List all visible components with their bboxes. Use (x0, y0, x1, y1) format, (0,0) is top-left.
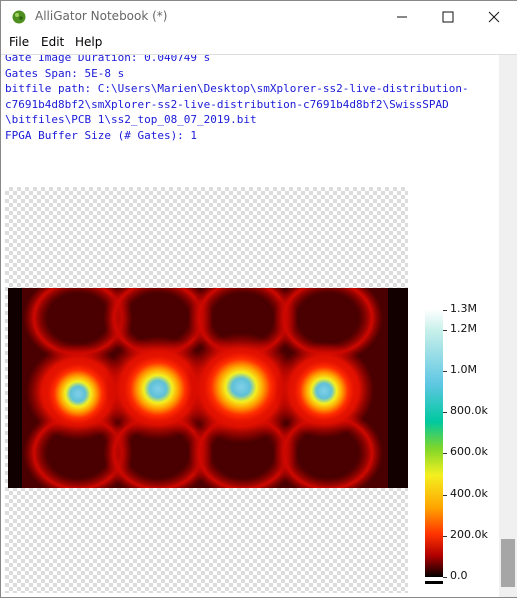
colorbar-label: 800.0k (450, 404, 488, 417)
colorbar-tick (443, 453, 447, 454)
colorbar-tick (443, 371, 447, 372)
log-line: c7691b4d8bf2\smXplorer-ss2-live-distribu… (5, 97, 449, 111)
log-line: bitfile path: C:\Users\Marien\Desktop\sm… (5, 82, 469, 95)
colorbar-label: 200.0k (450, 528, 488, 541)
log-line: FPGA Buffer Size (# Gates): 1 (5, 128, 198, 142)
notebook-content[interactable]: Gate Image Duration: 0.040749 s Gates Sp… (1, 55, 499, 597)
app-window: AlliGator Notebook (*) File Edit Help Ga… (0, 0, 517, 598)
colorbar: 1.3M 1.2M 1.0M 800.0k 600.0k 400.0k 200.… (421, 302, 499, 592)
window-title: AlliGator Notebook (*) (35, 9, 168, 23)
colorbar-tick (443, 495, 447, 496)
menu-help[interactable]: Help (75, 35, 102, 49)
vertical-scrollbar[interactable] (499, 55, 517, 597)
maximize-button[interactable] (425, 1, 471, 32)
log-line: Gate Image Duration: 0.040749 s (5, 55, 211, 64)
colorbar-label: 600.0k (450, 445, 488, 458)
colorbar-tick (443, 577, 447, 578)
colorbar-tick (443, 536, 447, 537)
minimize-button[interactable] (379, 1, 425, 32)
colorbar-zero-marker (425, 581, 443, 584)
alligator-app-icon (12, 10, 26, 24)
minimize-icon (397, 16, 407, 17)
heatmap-figure: 1.3M 1.2M 1.0M 800.0k 600.0k 400.0k 200.… (5, 187, 499, 593)
colorbar-tick (443, 310, 447, 311)
colorbar-gradient (425, 309, 443, 577)
colorbar-tick (443, 330, 447, 331)
colorbar-label: 400.0k (450, 487, 488, 500)
title-bar[interactable]: AlliGator Notebook (*) (1, 1, 517, 32)
close-button[interactable] (471, 1, 517, 32)
heatmap-image (8, 288, 408, 488)
colorbar-label: 0.0 (450, 569, 468, 582)
menu-edit[interactable]: Edit (41, 35, 64, 49)
maximize-icon (442, 11, 454, 22)
scrollbar-thumb[interactable] (501, 539, 515, 587)
log-text: Gate Image Duration: 0.040749 s Gates Sp… (5, 55, 469, 143)
colorbar-label: 1.0M (450, 363, 477, 376)
menu-bar: File Edit Help (1, 32, 517, 55)
log-line: \bitfiles\PCB 1\ss2_top_08_07_2019.bit (5, 113, 257, 126)
log-line: Gates Span: 5E-8 s (5, 66, 125, 80)
menu-file[interactable]: File (9, 35, 29, 49)
close-icon (488, 11, 500, 22)
colorbar-label: 1.3M (450, 302, 477, 315)
colorbar-label: 1.2M (450, 322, 477, 335)
colorbar-tick (443, 412, 447, 413)
